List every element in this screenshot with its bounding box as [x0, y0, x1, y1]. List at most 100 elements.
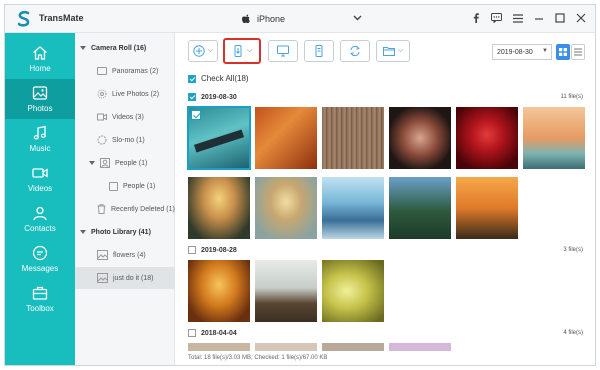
album-icon: [97, 250, 108, 260]
sidebar-item-home[interactable]: Home: [5, 39, 75, 79]
check-all-label: Check All(18): [201, 74, 249, 83]
tree-item-camera-roll[interactable]: Camera Roll (16): [75, 37, 175, 59]
sidebar-item-label: Videos: [27, 184, 53, 193]
add-icon: [193, 45, 205, 57]
photo-thumbnail[interactable]: [188, 260, 250, 322]
tree-item-label: Recently Deleted (1): [111, 205, 175, 213]
date-group-header[interactable]: 2019-08-30 11 file(s): [188, 91, 583, 103]
album-icon: [97, 273, 108, 283]
group-date: 2019-08-30: [201, 93, 237, 101]
checkbox-icon[interactable]: [191, 110, 201, 120]
device-name: iPhone: [257, 14, 286, 24]
photo-thumbnail[interactable]: [255, 107, 317, 169]
maximize-icon[interactable]: [553, 11, 566, 25]
tree-item-videos[interactable]: Videos (3): [75, 106, 175, 128]
music-icon: [33, 125, 46, 140]
toolbox-icon: [32, 286, 48, 300]
tree-item-panoramas[interactable]: Panoramas (2): [75, 60, 175, 82]
device-selector[interactable]: iPhone: [241, 12, 362, 26]
check-all-checkbox[interactable]: Check All(18): [188, 74, 249, 83]
status-bar: Total: 18 file(s)/3.03 MB; Checked: 1 fi…: [188, 355, 328, 361]
photo-thumbnail[interactable]: [187, 106, 251, 170]
sidebar-item-contacts[interactable]: Contacts: [5, 199, 75, 239]
title-bar: TransMate iPhone: [5, 5, 595, 33]
date-group-header[interactable]: 2018-04-04 4 file(s): [188, 327, 583, 339]
tree-item-just-do-it[interactable]: just do it (18): [75, 267, 175, 289]
slo-mo-icon: [97, 135, 107, 145]
export-to-device-button[interactable]: ⌵: [223, 38, 261, 64]
tree-item-people[interactable]: People (1): [75, 175, 175, 197]
photo-thumbnail[interactable]: [322, 177, 384, 239]
checkbox-icon: [188, 329, 196, 337]
export-to-pc-button[interactable]: [268, 40, 298, 62]
list-view-button[interactable]: [571, 44, 585, 60]
sidebar-item-toolbox[interactable]: Toolbox: [5, 279, 75, 319]
home-icon: [33, 46, 47, 60]
person-icon: [109, 181, 118, 191]
date-group-header[interactable]: 2019-08-28 3 file(s): [188, 244, 583, 256]
export-to-pc-icon: [277, 45, 289, 57]
sidebar-item-label: Messages: [21, 264, 59, 273]
photo-thumbnail[interactable]: [456, 107, 518, 169]
facebook-icon[interactable]: [469, 11, 482, 25]
photo-thumbnail[interactable]: [255, 260, 317, 322]
close-icon[interactable]: [574, 11, 587, 25]
toolbar: ⌵ ⌵ ⌵ 2019-08-30 ▼: [176, 33, 595, 69]
grid-view-button[interactable]: [556, 44, 570, 60]
live-photo-icon: [97, 89, 107, 99]
contacts-icon: [33, 206, 47, 221]
tree-item-label: Panoramas (2): [112, 67, 159, 75]
date-select-value: 2019-08-30: [497, 48, 533, 56]
photo-thumbnail[interactable]: [389, 107, 451, 169]
tree-item-label: People (1): [115, 159, 148, 167]
chevron-down-icon: ⌵: [397, 47, 404, 54]
sidebar-item-label: Toolbox: [26, 304, 54, 313]
sidebar-item-photos[interactable]: Photos: [5, 79, 75, 119]
tree-item-recently-deleted[interactable]: Recently Deleted (1): [75, 198, 175, 220]
tree-item-slo-mo[interactable]: Slo-mo (1): [75, 129, 175, 151]
messages-icon: [32, 245, 48, 261]
sidebar-item-music[interactable]: Music: [5, 119, 75, 159]
sidebar-item-messages[interactable]: Messages: [5, 239, 75, 279]
app-window: TransMate iPhone Home Photos Music Video…: [4, 4, 596, 366]
convert-button[interactable]: [340, 40, 370, 62]
photo-thumbnail[interactable]: [456, 177, 518, 239]
photo-thumbnail[interactable]: [523, 107, 585, 169]
tree-item-label: Photo Library (41): [91, 228, 151, 236]
checkbox-icon: [188, 74, 196, 83]
delete-button[interactable]: [304, 40, 334, 62]
panorama-icon: [97, 67, 107, 75]
group-date: 2019-08-28: [201, 246, 237, 254]
sidebar-item-videos[interactable]: Videos: [5, 159, 75, 199]
tree-item-label: just do it (18): [113, 274, 154, 282]
feedback-icon[interactable]: [490, 11, 503, 25]
minimize-icon[interactable]: [532, 11, 545, 25]
tree-item-people-group[interactable]: People (1): [75, 152, 175, 174]
photo-thumbnail[interactable]: [389, 343, 451, 351]
photo-thumbnail[interactable]: [255, 343, 317, 351]
chevron-down-icon: ⌵: [207, 47, 214, 54]
menu-icon[interactable]: [511, 11, 524, 25]
sidebar: Home Photos Music Videos Contacts Messag…: [5, 33, 75, 365]
tree-item-flowers[interactable]: flowers (4): [75, 244, 175, 266]
photo-thumbnail[interactable]: [322, 260, 384, 322]
sidebar-item-label: Contacts: [24, 224, 56, 233]
photo-thumbnail[interactable]: [188, 177, 250, 239]
group-file-count: 11 file(s): [560, 94, 583, 100]
album-tree: Camera Roll (16) Panoramas (2) Live Phot…: [75, 33, 175, 365]
photo-thumbnail[interactable]: [389, 177, 451, 239]
photo-thumbnail[interactable]: [188, 343, 250, 351]
group-date: 2018-04-04: [201, 329, 237, 337]
folder-button[interactable]: ⌵: [376, 40, 410, 62]
photo-thumbnail[interactable]: [255, 177, 317, 239]
trash-icon: [97, 204, 106, 214]
date-select[interactable]: 2019-08-30 ▼: [492, 44, 552, 60]
photo-thumbnail[interactable]: [322, 107, 384, 169]
group-file-count: 4 file(s): [563, 330, 583, 336]
apple-icon: [241, 13, 250, 23]
tree-item-live-photos[interactable]: Live Photos (2): [75, 83, 175, 105]
photos-icon: [32, 86, 48, 100]
photo-thumbnail[interactable]: [322, 343, 384, 351]
add-button[interactable]: ⌵: [188, 40, 218, 62]
tree-item-photo-library[interactable]: Photo Library (41): [75, 221, 175, 243]
